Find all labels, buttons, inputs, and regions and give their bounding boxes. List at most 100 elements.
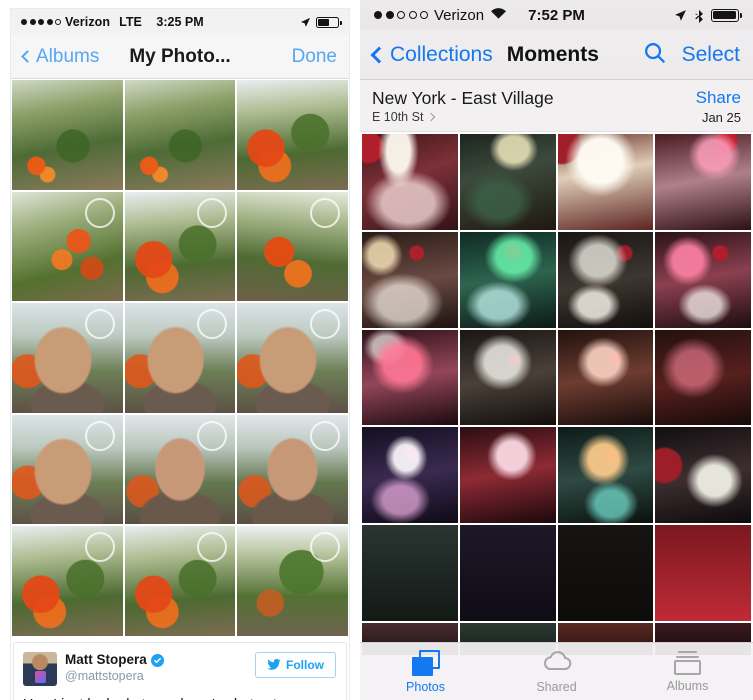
photo-thumbnail[interactable]: [557, 427, 654, 523]
photo-thumbnail[interactable]: [655, 525, 751, 621]
photo-image: [459, 134, 556, 230]
photo-thumbnail[interactable]: [237, 191, 348, 302]
photo-thumbnail[interactable]: [655, 231, 751, 328]
tweet-author: Matt Stopera @mattstopera: [65, 652, 164, 685]
moments-photo-grid: [360, 132, 753, 656]
tweet-text: Um, I just looked at my phone's photo st…: [23, 695, 336, 700]
photo-thumbnail[interactable]: [557, 329, 654, 426]
loading-ring-icon: [84, 420, 115, 451]
photo-thumbnail[interactable]: [557, 231, 654, 328]
photo-thumbnail[interactable]: [362, 525, 458, 621]
photo-thumbnail[interactable]: [12, 414, 123, 525]
photo-thumbnail[interactable]: [362, 134, 458, 230]
photo-thumbnail[interactable]: [459, 134, 556, 230]
photo-thumbnail[interactable]: [655, 427, 751, 523]
photo-thumbnail[interactable]: [124, 414, 236, 525]
battery-icon: [316, 16, 342, 28]
left-status-right: [300, 16, 342, 28]
tab-photos-label: Photos: [406, 679, 445, 694]
photo-image: [655, 427, 751, 523]
photo-thumbnail[interactable]: [362, 231, 458, 328]
photo-thumbnail[interactable]: [12, 191, 123, 302]
location-arrow-icon: [300, 17, 311, 27]
photo-thumbnail[interactable]: [237, 414, 348, 525]
moment-header: New York - East Village E 10th St Share …: [360, 80, 753, 132]
photo-image: [12, 80, 123, 190]
photo-thumbnail[interactable]: [237, 303, 348, 413]
back-to-albums-button[interactable]: Albums: [21, 45, 100, 68]
search-icon[interactable]: [643, 41, 666, 69]
photo-thumbnail[interactable]: [124, 526, 236, 636]
network-type-label: LTE: [119, 15, 142, 29]
tweet-card: Matt Stopera @mattstopera Follow Um, I j…: [13, 641, 347, 700]
photo-thumbnail[interactable]: [655, 329, 751, 426]
photo-image: [655, 329, 751, 426]
back-label: Albums: [36, 45, 100, 67]
photo-thumbnail[interactable]: [557, 134, 654, 230]
share-button[interactable]: Share: [696, 88, 741, 108]
moment-street-link[interactable]: E 10th St: [372, 110, 554, 124]
photo-thumbnail[interactable]: [237, 80, 348, 190]
photo-thumbnail[interactable]: [237, 526, 348, 636]
author-display-name: Matt Stopera: [65, 651, 147, 667]
photo-thumbnail[interactable]: [362, 329, 458, 426]
photo-thumbnail[interactable]: [12, 526, 123, 636]
loading-ring-icon: [309, 197, 340, 228]
twitter-bird-icon: [267, 659, 281, 671]
photo-thumbnail[interactable]: [459, 231, 556, 328]
photo-thumbnail[interactable]: [124, 80, 236, 190]
photo-image: [237, 80, 348, 190]
photo-thumbnail[interactable]: [459, 525, 556, 621]
tab-photos[interactable]: Photos: [360, 649, 491, 694]
photo-thumbnail[interactable]: [459, 329, 556, 426]
moment-meta: Share Jan 25: [696, 88, 741, 125]
photo-thumbnail[interactable]: [362, 427, 458, 523]
photos-icon: [411, 649, 440, 676]
photo-thumbnail[interactable]: [12, 80, 123, 190]
photo-thumbnail[interactable]: [124, 191, 236, 302]
photo-image: [124, 80, 236, 190]
loading-ring-icon: [197, 197, 228, 228]
photo-image: [557, 329, 654, 426]
follow-button[interactable]: Follow: [255, 651, 336, 678]
cloud-icon: [542, 649, 572, 676]
author-handle: @mattstopera: [65, 668, 144, 683]
photo-image: [362, 134, 458, 230]
photo-image: [557, 231, 654, 328]
photo-thumbnail[interactable]: [124, 303, 236, 413]
photo-image: [655, 134, 751, 230]
loading-ring-icon: [84, 532, 115, 563]
follow-label: Follow: [286, 657, 324, 672]
tab-shared[interactable]: Shared: [491, 649, 622, 694]
photo-image: [362, 231, 458, 328]
select-button[interactable]: Select: [682, 43, 740, 67]
done-button[interactable]: Done: [292, 46, 337, 68]
nav-actions: Select: [643, 41, 740, 69]
bluetooth-icon: [695, 9, 703, 23]
back-label: Collections: [390, 42, 493, 66]
loading-ring-icon: [197, 420, 228, 451]
photo-thumbnail[interactable]: [12, 303, 123, 413]
avatar[interactable]: [23, 651, 57, 686]
chevron-left-icon: [370, 46, 388, 63]
moment-location: New York - East Village E 10th St: [372, 88, 554, 124]
left-status-bar: Verizon LTE 3:25 PM: [11, 9, 349, 35]
photo-thumbnail[interactable]: [655, 134, 751, 230]
page-title: Moments: [506, 42, 599, 66]
right-nav-bar: Collections Moments Select: [360, 30, 753, 80]
photo-thumbnail[interactable]: [557, 525, 654, 621]
photo-image: [459, 525, 556, 621]
photo-image: [557, 134, 654, 230]
location-arrow-icon: [675, 9, 686, 21]
photo-image: [459, 427, 556, 523]
back-to-collections-button[interactable]: Collections: [370, 42, 493, 67]
loading-ring-icon: [84, 309, 115, 340]
photo-image: [655, 525, 751, 621]
tweet-header: Matt Stopera @mattstopera Follow: [23, 651, 336, 686]
loading-ring-icon: [309, 309, 340, 340]
left-nav-bar: Albums My Photo... Done: [11, 35, 349, 79]
tab-albums-label: Albums: [666, 678, 709, 693]
tab-albums[interactable]: Albums: [622, 650, 753, 693]
iphone-screenshot-left: Verizon LTE 3:25 PM Albums My Photo... D…: [10, 8, 350, 700]
photo-thumbnail[interactable]: [459, 427, 556, 523]
